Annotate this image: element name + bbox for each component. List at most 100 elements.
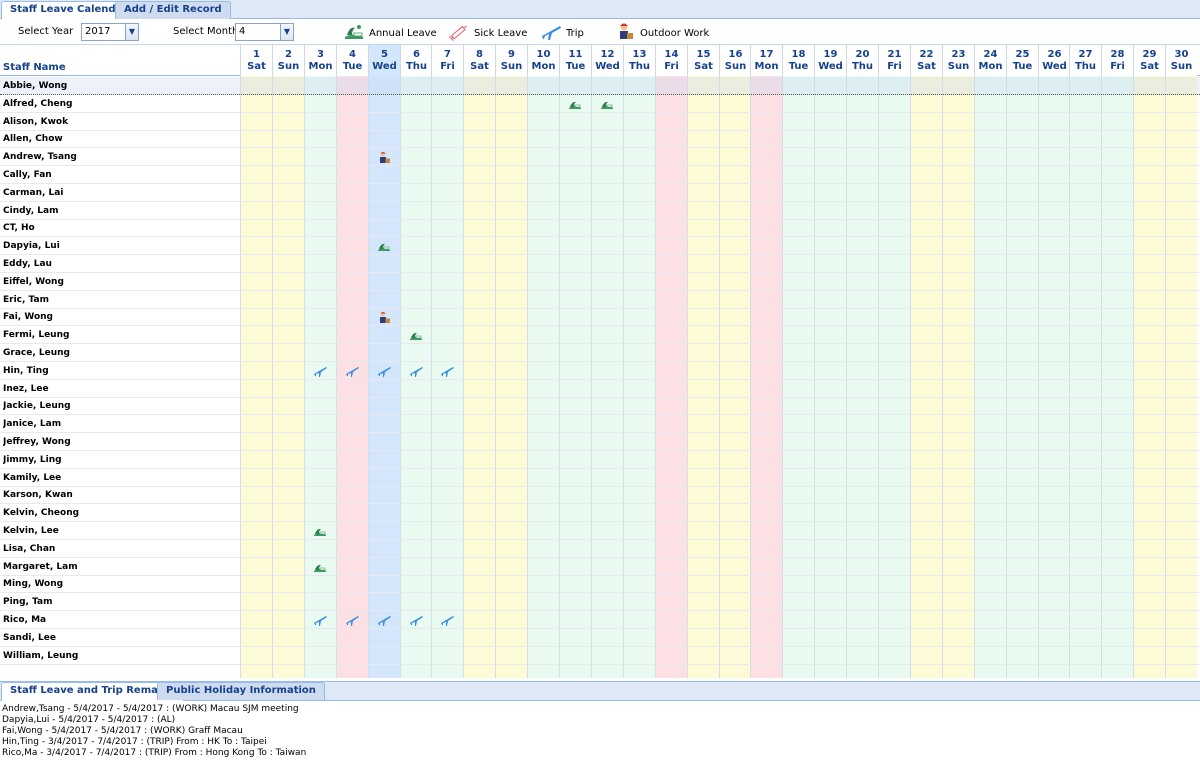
table-row[interactable]: Jimmy, Ling (0, 451, 1200, 469)
staff-name-header[interactable]: Staff Name (3, 62, 66, 73)
table-row[interactable]: Fai, Wong (0, 308, 1200, 326)
table-row[interactable]: Andrew, Tsang (0, 148, 1200, 166)
day-of-week: Thu (851, 61, 874, 72)
day-header: 12 Wed (591, 45, 623, 76)
day-header: 28 Fri (1101, 45, 1133, 76)
staff-name: Andrew, Tsang (3, 152, 77, 162)
staff-name: Sandi, Lee (3, 633, 56, 643)
day-header: 30 Sun (1165, 45, 1197, 76)
legend-sick-leave-label: Sick Leave (474, 28, 528, 39)
day-number: 26 (1047, 49, 1062, 60)
table-row[interactable]: Sandi, Lee (0, 629, 1200, 647)
year-select[interactable]: 2017 ▼ (81, 23, 139, 41)
staff-name: Kelvin, Lee (3, 526, 59, 536)
remark-line: Andrew,Tsang - 5/4/2017 - 5/4/2017 : (WO… (2, 704, 299, 714)
day-of-week: Tue (342, 61, 363, 72)
chevron-down-icon[interactable]: ▼ (125, 24, 138, 40)
month-select[interactable]: 4 ▼ (235, 23, 294, 41)
day-of-week: Sun (277, 61, 300, 72)
day-number: 11 (568, 49, 583, 60)
table-row[interactable]: Inez, Lee (0, 380, 1200, 398)
annual-leave-icon[interactable] (568, 98, 582, 110)
day-header: 16 Sun (719, 45, 751, 76)
day-of-week: Sun (724, 61, 747, 72)
trip-icon[interactable] (313, 365, 327, 377)
table-row[interactable]: Allen, Chow (0, 130, 1200, 148)
table-row[interactable]: Ming, Wong (0, 575, 1200, 593)
outdoor-work-icon (620, 23, 633, 39)
staff-name: Alfred, Cheng (3, 99, 73, 109)
table-row[interactable]: Kelvin, Lee (0, 522, 1200, 540)
day-number: 2 (285, 49, 292, 60)
trip-icon[interactable] (377, 614, 391, 626)
trip-icon[interactable] (440, 365, 454, 377)
annual-leave-icon[interactable] (409, 329, 423, 341)
staff-name: Jimmy, Ling (3, 455, 62, 465)
table-row[interactable]: Abbie, Wong (0, 77, 1200, 95)
day-number: 3 (317, 49, 324, 60)
day-number: 14 (664, 49, 679, 60)
remark-line: Hin,Ting - 3/4/2017 - 7/4/2017 : (TRIP) … (2, 737, 267, 747)
year-value: 2017 (85, 26, 111, 37)
table-row[interactable]: Cindy, Lam (0, 202, 1200, 220)
table-row[interactable]: Alfred, Cheng (0, 95, 1200, 113)
table-row[interactable]: Eric, Tam (0, 291, 1200, 309)
staff-name: Ping, Tam (3, 597, 53, 607)
trip-icon[interactable] (409, 614, 423, 626)
table-row[interactable]: Jeffrey, Wong (0, 433, 1200, 451)
annual-leave-icon[interactable] (377, 240, 391, 252)
table-row[interactable]: Cally, Fan (0, 166, 1200, 184)
table-row[interactable]: Carman, Lai (0, 184, 1200, 202)
outdoor-work-icon[interactable] (377, 311, 391, 323)
table-row[interactable]: William, Leung (0, 647, 1200, 665)
tab-public-holiday-information[interactable]: Public Holiday Information (157, 682, 325, 700)
table-row[interactable]: CT, Ho (0, 219, 1200, 237)
table-row[interactable]: Alison, Kwok (0, 113, 1200, 131)
table-row[interactable]: Karson, Kwan (0, 486, 1200, 504)
chevron-down-icon[interactable]: ▼ (280, 24, 293, 40)
table-row[interactable]: Ping, Tam (0, 593, 1200, 611)
day-of-week: Sat (247, 61, 266, 72)
table-row[interactable]: Hin, Ting (0, 362, 1200, 380)
staff-name: Hin, Ting (3, 366, 49, 376)
table-row[interactable]: Janice, Lam (0, 415, 1200, 433)
table-row[interactable]: Eddy, Lau (0, 255, 1200, 273)
annual-leave-icon[interactable] (600, 98, 614, 110)
day-number: 19 (823, 49, 838, 60)
outdoor-work-icon[interactable] (377, 151, 391, 163)
day-number: 10 (536, 49, 551, 60)
table-row[interactable]: Fermi, Leung (0, 326, 1200, 344)
table-row[interactable]: Grace, Leung (0, 344, 1200, 362)
day-number: 5 (381, 49, 388, 60)
day-number: 8 (476, 49, 483, 60)
day-number: 4 (349, 49, 356, 60)
staff-name: Fai, Wong (3, 312, 53, 322)
day-of-week: Mon (978, 61, 1003, 72)
day-number: 27 (1078, 49, 1093, 60)
trip-icon[interactable] (345, 614, 359, 626)
table-row[interactable]: Margaret, Lam (0, 558, 1200, 576)
table-row[interactable]: Jackie, Leung (0, 397, 1200, 415)
day-header: 23 Sun (942, 45, 974, 76)
remark-line: Dapyia,Lui - 5/4/2017 - 5/4/2017 : (AL) (2, 715, 176, 725)
day-of-week: Sat (1140, 61, 1159, 72)
day-header: 13 Thu (623, 45, 655, 76)
trip-icon[interactable] (345, 365, 359, 377)
table-row[interactable]: Dapyia, Lui (0, 237, 1200, 255)
trip-icon[interactable] (409, 365, 423, 377)
year-label: Select Year (18, 26, 74, 37)
day-of-week: Thu (1074, 61, 1097, 72)
day-header: 4 Tue (336, 45, 368, 76)
trip-icon[interactable] (313, 614, 327, 626)
day-header: 15 Sat (687, 45, 719, 76)
table-row[interactable]: Lisa, Chan (0, 540, 1200, 558)
tab-add-edit-record[interactable]: Add / Edit Record (115, 1, 231, 19)
trip-icon[interactable] (377, 365, 391, 377)
annual-leave-icon[interactable] (313, 561, 327, 573)
table-row[interactable]: Kamily, Lee (0, 469, 1200, 487)
trip-icon[interactable] (440, 614, 454, 626)
table-row[interactable]: Rico, Ma (0, 611, 1200, 629)
annual-leave-icon[interactable] (313, 525, 327, 537)
table-row[interactable]: Kelvin, Cheong (0, 504, 1200, 522)
table-row[interactable]: Eiffel, Wong (0, 273, 1200, 291)
